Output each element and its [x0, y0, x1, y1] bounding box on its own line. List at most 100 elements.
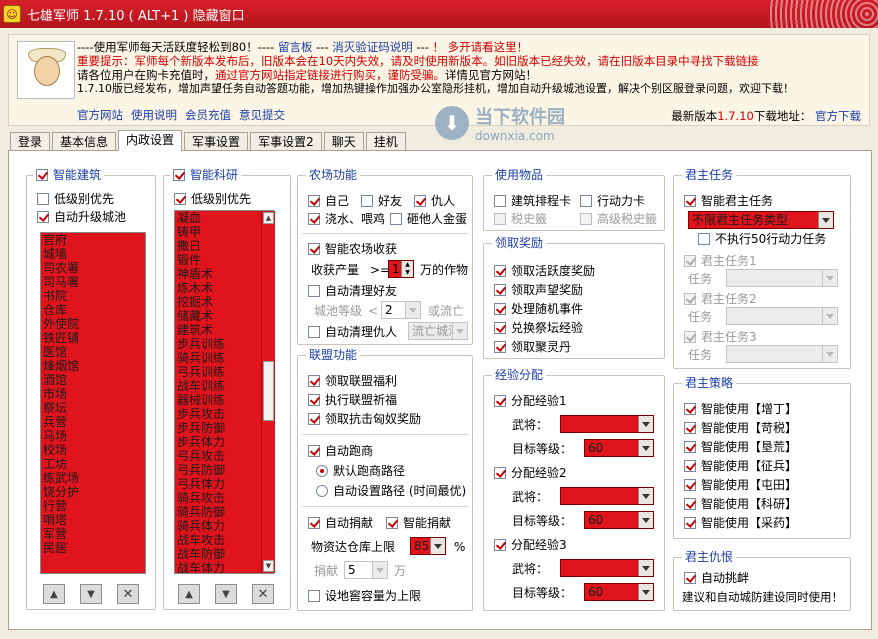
list-item[interactable]: 哨塔: [41, 513, 145, 527]
list-item[interactable]: 凝血: [175, 211, 273, 225]
exp-2-level-select[interactable]: 60: [584, 511, 654, 529]
list-item[interactable]: 战车防御: [175, 547, 273, 561]
strategy-research-checkbox[interactable]: 智能使用【科研】: [684, 497, 797, 511]
tab-internal-affairs[interactable]: 内政设置: [118, 130, 183, 151]
skip-50-action-checkbox[interactable]: 不执行50行动力任务: [698, 232, 826, 246]
list-item[interactable]: 炼木术: [175, 281, 273, 295]
list-item[interactable]: 兵营: [41, 415, 145, 429]
list-item[interactable]: 民居: [41, 541, 145, 555]
lord-task-type-select[interactable]: 不限君主任务类型: [688, 211, 834, 229]
scroll-up-icon[interactable]: ▲: [263, 212, 274, 224]
custom-route-radio[interactable]: 自动设置路径 (时间最优): [316, 484, 466, 498]
list-item[interactable]: 校场: [41, 443, 145, 457]
list-item[interactable]: 骑兵防御: [175, 505, 273, 519]
city-level-select[interactable]: 2: [381, 301, 421, 319]
exp-3-general-select[interactable]: [560, 559, 654, 577]
harvest-amount-stepper[interactable]: 1 ▲ ▼: [388, 260, 414, 278]
list-item[interactable]: 书院: [41, 289, 145, 303]
tab-idle[interactable]: 挂机: [365, 132, 406, 151]
tab-chat[interactable]: 聊天: [323, 132, 364, 151]
strategy-conscript-checkbox[interactable]: 智能使用【征兵】: [684, 459, 797, 473]
list-item[interactable]: 铁匠铺: [41, 331, 145, 345]
move-up-button[interactable]: ▲: [43, 584, 65, 604]
list-item[interactable]: 步兵防御: [175, 421, 273, 435]
list-item[interactable]: 外使院: [41, 317, 145, 331]
random-event-checkbox[interactable]: 处理随机事件: [494, 302, 583, 316]
exp-2-general-select[interactable]: [560, 487, 654, 505]
research-low-priority-checkbox[interactable]: 低级别优先: [174, 192, 251, 206]
list-item[interactable]: 司农署: [41, 261, 145, 275]
smart-harvest-checkbox[interactable]: 智能农场收获: [308, 242, 397, 256]
exp-1-checkbox[interactable]: 分配经验1: [494, 394, 567, 408]
building-low-priority-checkbox[interactable]: 低级别优先: [37, 192, 114, 206]
strategy-farm-checkbox[interactable]: 智能使用【屯田】: [684, 478, 797, 492]
strategy-recruit-checkbox[interactable]: 智能使用【增丁】: [684, 402, 797, 416]
action-card-checkbox[interactable]: 行动力卡: [580, 194, 645, 208]
auto-clean-enemy-checkbox[interactable]: 自动清理仇人: [308, 325, 397, 339]
smart-lord-task-checkbox[interactable]: 智能君主任务: [684, 194, 773, 208]
list-item[interactable]: 步兵攻击: [175, 407, 273, 421]
list-item[interactable]: 储藏术: [175, 309, 273, 323]
high-tax-card-checkbox[interactable]: 高级税史籤: [580, 212, 657, 226]
ranking-card-checkbox[interactable]: 建筑排程卡: [494, 194, 571, 208]
auto-trade-run-checkbox[interactable]: 自动跑商: [308, 444, 373, 458]
lord-task-1-checkbox[interactable]: 君主任务1: [684, 254, 757, 268]
feedback-link[interactable]: 意见提交: [239, 108, 285, 122]
tax-card-checkbox[interactable]: 税史籤: [494, 212, 547, 226]
exp-1-level-select[interactable]: 60: [584, 439, 654, 457]
farm-enemy-checkbox[interactable]: 仇人: [414, 194, 455, 208]
warehouse-limit-select[interactable]: 85: [410, 537, 446, 555]
list-item[interactable]: 器械训练: [175, 393, 273, 407]
farm-self-checkbox[interactable]: 自己: [308, 194, 349, 208]
exp-1-general-select[interactable]: [560, 415, 654, 433]
research-down-button[interactable]: ▼: [215, 584, 237, 604]
list-item[interactable]: 酒馆: [41, 373, 145, 387]
donate-amount-select[interactable]: 5: [344, 561, 388, 579]
lord-task-2-checkbox[interactable]: 君主任务2: [684, 292, 757, 306]
scroll-thumb[interactable]: [263, 361, 274, 421]
smart-building-checkbox[interactable]: 智能建筑: [33, 168, 105, 182]
official-site-link[interactable]: 官方网站: [77, 108, 123, 122]
altar-exp-checkbox[interactable]: 兑换祭坛经验: [494, 321, 583, 335]
list-item[interactable]: 练武场: [41, 471, 145, 485]
multi-open-link[interactable]: ！ 多开请看这里！: [433, 40, 529, 54]
research-up-button[interactable]: ▲: [178, 584, 200, 604]
list-item[interactable]: 战车攻击: [175, 533, 273, 547]
list-item[interactable]: 战车训练: [175, 379, 273, 393]
alliance-pray-checkbox[interactable]: 执行联盟祈福: [308, 393, 397, 407]
list-item[interactable]: 市场: [41, 387, 145, 401]
auto-provoke-checkbox[interactable]: 自动挑衅: [684, 571, 749, 585]
spirit-pill-checkbox[interactable]: 领取聚灵丹: [494, 340, 571, 354]
list-item[interactable]: 工坊: [41, 457, 145, 471]
lord-task-3-checkbox[interactable]: 君主任务3: [684, 330, 757, 344]
default-route-radio[interactable]: 默认跑商路径: [316, 464, 405, 478]
xiongnu-reward-checkbox[interactable]: 领取抗击匈奴奖励: [308, 412, 421, 426]
list-item[interactable]: 步兵训练: [175, 337, 273, 351]
auto-upgrade-city-checkbox[interactable]: 自动升级城池: [37, 210, 126, 224]
list-item[interactable]: 司马署: [41, 275, 145, 289]
list-item[interactable]: 烽烟馆: [41, 359, 145, 373]
download-link[interactable]: 官方下载: [815, 109, 861, 123]
list-item[interactable]: 弓兵训练: [175, 365, 273, 379]
research-list[interactable]: 凝血 铸甲 撒日 锻件 神盾术 炼木术 挖掘术 储藏术 建筑术 步兵训练 骑兵训练 弓兵训练 战车训练器…: [174, 210, 274, 574]
tab-basic-info[interactable]: 基本信息: [52, 132, 117, 151]
tab-login[interactable]: 登录: [10, 132, 51, 151]
remove-button[interactable]: ✕: [117, 584, 139, 604]
list-item[interactable]: 祭坛: [41, 401, 145, 415]
tab-military-2[interactable]: 军事设置2: [250, 132, 322, 151]
lord-task-3-select[interactable]: [726, 345, 838, 363]
list-item[interactable]: 弓兵防御: [175, 463, 273, 477]
research-remove-button[interactable]: ✕: [252, 584, 274, 604]
list-item[interactable]: 饶分护: [41, 485, 145, 499]
list-item[interactable]: 弓兵体力: [175, 477, 273, 491]
list-item[interactable]: 官府: [41, 233, 145, 247]
strategy-herb-checkbox[interactable]: 智能使用【采药】: [684, 516, 797, 530]
list-item[interactable]: 城墙: [41, 247, 145, 261]
list-item[interactable]: 马场: [41, 429, 145, 443]
auto-donate-checkbox[interactable]: 自动捐献: [308, 516, 373, 530]
list-item[interactable]: 铸甲: [175, 225, 273, 239]
list-item[interactable]: 仓库: [41, 303, 145, 317]
smash-egg-checkbox[interactable]: 砸他人金蛋: [390, 212, 467, 226]
lord-task-1-select[interactable]: [726, 269, 838, 287]
move-down-button[interactable]: ▼: [80, 584, 102, 604]
